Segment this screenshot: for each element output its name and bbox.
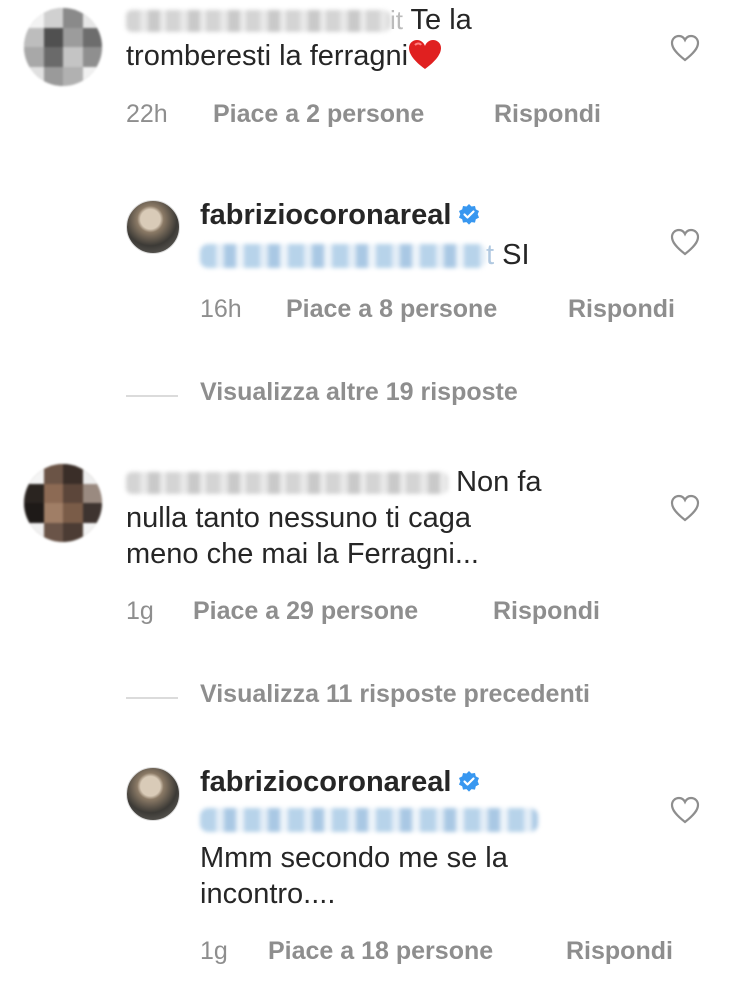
divider-line (126, 395, 178, 397)
comment-time: 1g (126, 597, 154, 625)
likes-count-link[interactable]: Piace a 18 persone (268, 936, 493, 966)
comment-text-start: Non fa (456, 466, 542, 498)
reply-button[interactable]: Rispondi (566, 936, 673, 966)
blurred-mention[interactable] (200, 244, 486, 269)
view-previous-replies-button[interactable]: Visualizza 11 risposte precedenti (200, 680, 590, 709)
comment-text-line: nulla tanto nessuno ti caga (126, 502, 472, 534)
blurred-mention[interactable] (200, 808, 538, 832)
likes-count-link[interactable]: Piace a 8 persone (286, 294, 497, 324)
verified-badge-icon (459, 204, 480, 225)
reply-text: SI (502, 239, 530, 271)
blurred-username[interactable] (126, 472, 448, 495)
reply-username[interactable]: fabriziocoronareal (200, 197, 481, 233)
reply-body: t SI (200, 237, 530, 273)
reply-username[interactable]: fabriziocoronareal (200, 764, 481, 800)
reply-text-line: incontro.... (200, 878, 336, 910)
commenter-avatar[interactable] (24, 8, 102, 86)
like-heart-icon[interactable] (670, 34, 700, 62)
comment-time: 16h (200, 295, 242, 323)
like-heart-icon[interactable] (670, 494, 700, 522)
comment-text-line: tromberesti la ferragni (126, 40, 409, 72)
comment-time: 22h (126, 100, 168, 128)
comment-text-start: Te la (410, 4, 472, 36)
red-heart-emoji (408, 39, 442, 71)
mention-suffix: t (486, 239, 495, 271)
comment-meta: 22h (126, 99, 168, 129)
likes-count-link[interactable]: Piace a 29 persone (193, 596, 418, 626)
comment-text-line: meno che mai la Ferragni... (126, 538, 479, 570)
user-avatar[interactable] (126, 767, 180, 821)
user-avatar[interactable] (126, 200, 180, 254)
reply-button[interactable]: Rispondi (493, 596, 600, 626)
like-heart-icon[interactable] (670, 228, 700, 256)
reply-body: Mmm secondo me se la incontro.... (200, 840, 508, 912)
view-more-replies-button[interactable]: Visualizza altre 19 risposte (200, 378, 518, 407)
reply-button[interactable]: Rispondi (568, 294, 675, 324)
like-heart-icon[interactable] (670, 796, 700, 824)
commenter-avatar[interactable] (24, 464, 102, 542)
reply-button[interactable]: Rispondi (494, 99, 601, 129)
username-suffix: it (390, 5, 403, 35)
reply-text-line: Mmm secondo me se la (200, 842, 508, 874)
comment-time: 1g (200, 937, 228, 965)
verified-badge-icon (459, 771, 480, 792)
comment-body: Non fa nulla tanto nessuno ti caga meno … (126, 464, 646, 572)
comment-body: it Te la tromberesti la ferragni (126, 2, 646, 74)
blurred-username[interactable] (126, 10, 390, 33)
divider-line (126, 697, 178, 699)
likes-count-link[interactable]: Piace a 2 persone (213, 99, 424, 129)
